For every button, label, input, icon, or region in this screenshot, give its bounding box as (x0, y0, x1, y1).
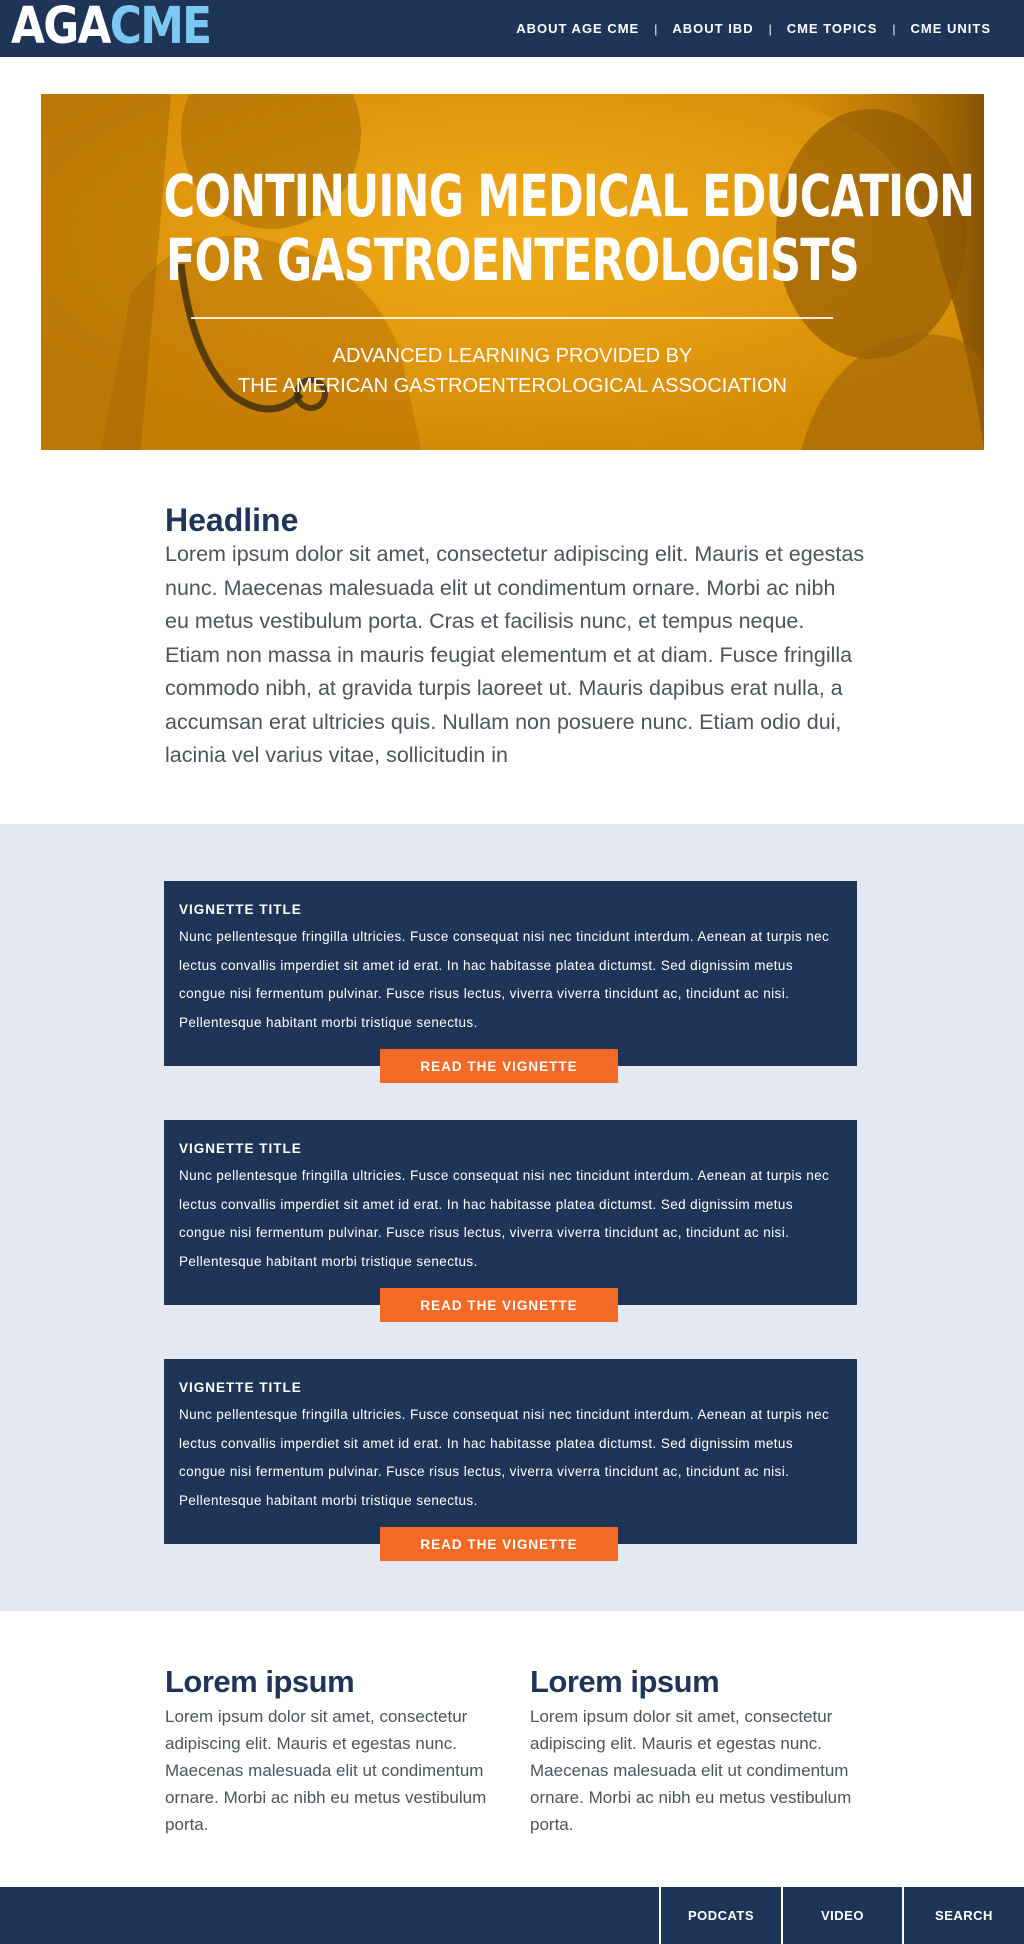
intro-headline: Headline (165, 502, 299, 538)
hero-subtitle-line-1: ADVANCED LEARNING PROVIDED BY (332, 345, 693, 367)
nav-separator: | (654, 21, 658, 36)
logo-aga-text: AGA (11, 0, 111, 56)
nav-about-ibd[interactable]: ABOUT IBD (672, 21, 753, 36)
footer-bar: PODCATS VIDEO SEARCH (0, 1887, 1024, 1944)
hero-subtitle: ADVANCED LEARNING PROVIDED BY THE AMERIC… (41, 341, 984, 401)
column-body: Lorem ipsum dolor sit amet, consectetur … (165, 1707, 487, 1834)
nav-separator: | (768, 21, 772, 36)
nav-cme-topics[interactable]: CME TOPICS (787, 21, 878, 36)
read-vignette-button[interactable]: READ THE VIGNETTE (380, 1527, 618, 1561)
top-navigation-bar: AGACME ABOUT AGE CME | ABOUT IBD | CME T… (0, 0, 1024, 57)
column-body: Lorem ipsum dolor sit amet, consectetur … (530, 1707, 852, 1834)
footer-video-link[interactable]: VIDEO (781, 1887, 902, 1944)
footer-podcasts-link[interactable]: PODCATS (659, 1887, 781, 1944)
vignette-body: Nunc pellentesque fringilla ultricies. F… (179, 1407, 830, 1508)
hero-title: CONTINUING MEDICAL EDUCATION FOR GASTROE… (163, 162, 975, 294)
intro-body: Lorem ipsum dolor sit amet, consectetur … (165, 542, 865, 767)
hero-banner: CONTINUING MEDICAL EDUCATION FOR GASTROE… (41, 94, 984, 450)
vignette-card: VIGNETTE TITLE Nunc pellentesque fringil… (164, 1359, 857, 1561)
info-column-right: Lorem ipsum Lorem ipsum dolor sit amet, … (530, 1663, 860, 1838)
nav-separator: | (892, 21, 896, 36)
vignette-title: VIGNETTE TITLE (179, 902, 302, 917)
vignette-card: VIGNETTE TITLE Nunc pellentesque fringil… (164, 881, 857, 1083)
logo-cme-text: CME (109, 0, 212, 56)
read-vignette-button[interactable]: READ THE VIGNETTE (380, 1049, 618, 1083)
intro-section: Headline Lorem ipsum dolor sit amet, con… (165, 500, 865, 773)
footer-search-link[interactable]: SEARCH (902, 1887, 1024, 1944)
agacme-logo[interactable]: AGACME (11, 0, 212, 57)
nav-cme-units[interactable]: CME UNITS (911, 21, 992, 36)
vignette-title: VIGNETTE TITLE (179, 1380, 302, 1395)
vignettes-section: VIGNETTE TITLE Nunc pellentesque fringil… (0, 824, 1024, 1611)
hero-title-line-2: FOR GASTROENTEROLOGISTS (166, 226, 860, 294)
read-vignette-button[interactable]: READ THE VIGNETTE (380, 1288, 618, 1322)
main-nav: ABOUT AGE CME | ABOUT IBD | CME TOPICS |… (516, 0, 991, 57)
vignette-body: Nunc pellentesque fringilla ultricies. F… (179, 1168, 830, 1269)
hero-subtitle-line-2: THE AMERICAN GASTROENTEROLOGICAL ASSOCIA… (238, 375, 787, 397)
info-column-left: Lorem ipsum Lorem ipsum dolor sit amet, … (165, 1663, 495, 1838)
vignette-body: Nunc pellentesque fringilla ultricies. F… (179, 929, 830, 1030)
column-heading: Lorem ipsum (165, 1664, 355, 1699)
vignette-card: VIGNETTE TITLE Nunc pellentesque fringil… (164, 1120, 857, 1322)
hero-title-line-1: CONTINUING MEDICAL EDUCATION (163, 162, 975, 230)
nav-about-age-cme[interactable]: ABOUT AGE CME (516, 21, 639, 36)
hero-divider (191, 317, 833, 319)
column-heading: Lorem ipsum (530, 1664, 720, 1699)
vignette-title: VIGNETTE TITLE (179, 1141, 302, 1156)
